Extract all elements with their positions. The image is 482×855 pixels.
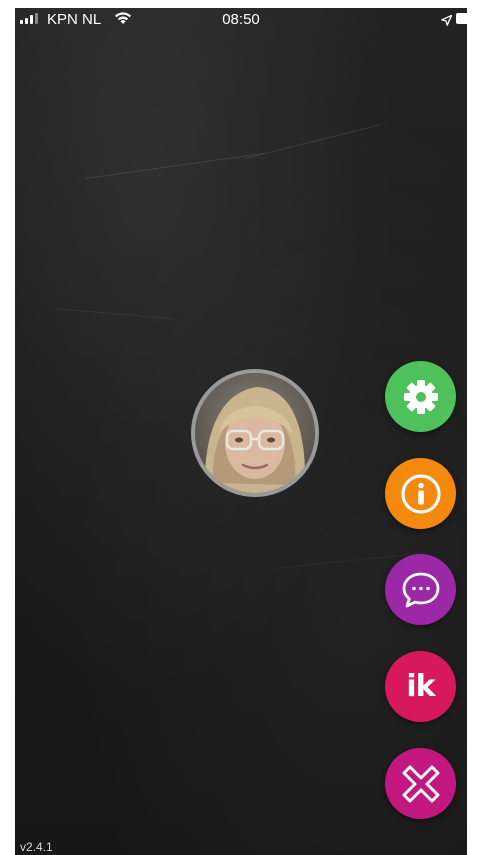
ik-label: ik: [406, 669, 435, 704]
avatar[interactable]: [191, 369, 319, 497]
background-texture: [244, 124, 381, 159]
info-icon: [400, 473, 441, 514]
status-time: 08:50: [222, 11, 260, 28]
chat-bubble-icon: [402, 572, 439, 607]
ik-button[interactable]: ik: [385, 651, 456, 722]
profile-photo: [195, 373, 315, 493]
status-bar: KPN NL 08:50: [15, 8, 467, 32]
settings-button[interactable]: [385, 361, 456, 432]
info-button[interactable]: [385, 458, 456, 529]
battery-icon: [456, 13, 467, 24]
close-x-icon: [402, 765, 439, 802]
close-button[interactable]: [385, 748, 456, 819]
background-texture: [84, 152, 264, 179]
background-texture: [54, 308, 175, 320]
location-arrow-icon: [441, 13, 453, 30]
app-version: v2.4.1: [20, 840, 53, 854]
gear-icon: [403, 379, 438, 414]
app-screen: KPN NL 08:50 ik v2.4.1: [15, 8, 467, 855]
chat-button[interactable]: [385, 554, 456, 625]
